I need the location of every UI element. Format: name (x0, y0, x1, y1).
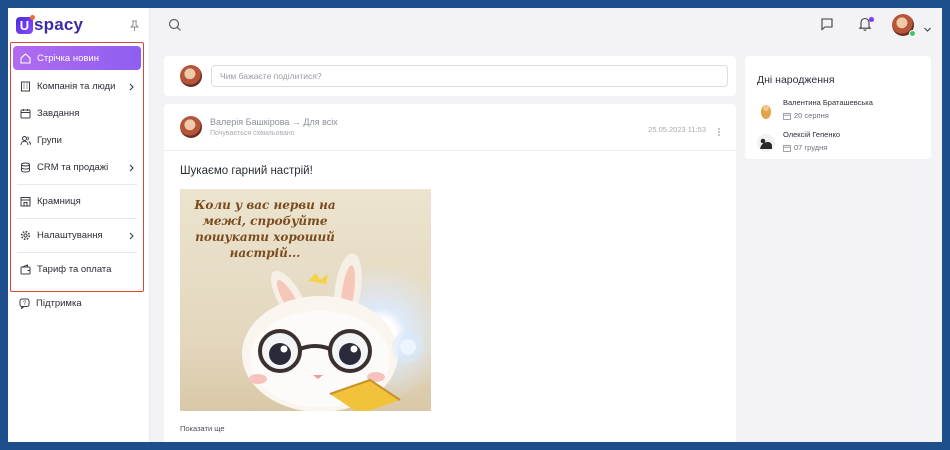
app-window: U spacy Стрічка новин Компанія та люди З… (8, 8, 942, 442)
avatar[interactable] (180, 116, 202, 138)
gear-icon (19, 230, 31, 242)
birthday-date-text: 20 серпня (794, 111, 829, 120)
nav-divider (17, 252, 137, 253)
sidebar-item-label: Компанія та люди (37, 81, 116, 92)
nav-divider (17, 218, 137, 219)
birthday-date: 07 грудня (783, 143, 827, 152)
calendar-icon (783, 144, 791, 152)
sidebar-item-label: Тариф та оплата (37, 264, 112, 275)
post-input[interactable]: Чим бажаєте поділитися? (211, 65, 728, 87)
sidebar-item-feed[interactable]: Стрічка новин (13, 46, 141, 70)
sidebar-item-settings[interactable]: Налаштування (13, 222, 141, 249)
sidebar-item-store[interactable]: Крамниця (13, 188, 141, 215)
chevron-right-icon (127, 164, 135, 172)
wallet-icon (19, 264, 31, 276)
sidebar-item-groups[interactable]: Групи (13, 127, 141, 154)
sidebar-item-label: CRM та продажі (37, 162, 109, 173)
logo-row: U spacy (8, 8, 149, 42)
top-bar (150, 8, 942, 42)
birthday-item[interactable]: Валентина Браташевська 20 серпня (757, 98, 927, 126)
logo-mark: U (16, 14, 35, 34)
chevron-right-icon (127, 232, 135, 240)
sidebar-item-tasks[interactable]: Завдання (13, 100, 141, 127)
chat-icon[interactable] (820, 17, 834, 31)
nav-divider (17, 184, 137, 185)
post-title: Шукаємо гарний настрій! (180, 165, 313, 177)
building-icon (19, 81, 31, 93)
sidebar: U spacy Стрічка новин Компанія та люди З… (8, 8, 150, 442)
logo-text: spacy (34, 15, 84, 34)
group-icon (19, 135, 31, 147)
sidebar-item-crm[interactable]: CRM та продажі (13, 154, 141, 181)
post-image[interactable]: Коли у вас нерви на межі, спробуйте пошу… (180, 189, 431, 411)
sidebar-item-billing[interactable]: Тариф та оплата (13, 256, 141, 283)
birthday-item[interactable]: Олексій Гепенко 07 грудня (757, 130, 927, 158)
notification-dot (869, 17, 874, 22)
notifications-button[interactable] (858, 16, 874, 32)
calendar-icon (19, 108, 31, 120)
calendar-icon (783, 112, 791, 120)
chevron-right-icon (127, 83, 135, 91)
avatar (757, 134, 775, 152)
sidebar-item-label: Стрічка новин (37, 52, 99, 64)
birthdays-widget: Дні народження Валентина Браташевська 20… (745, 56, 931, 159)
post-author[interactable]: Валерія Башкірова → Для всіх (210, 117, 338, 127)
main-nav: Стрічка новин Компанія та люди Завдання (10, 42, 144, 292)
post-mood: Почувається схвильовано (210, 130, 295, 137)
post-composer: Чим бажаєте поділитися? (164, 56, 736, 96)
more-vertical-icon[interactable] (716, 124, 722, 136)
post-date: 25.05.2023 11:53 (648, 125, 706, 134)
sidebar-item-label: Завдання (37, 108, 80, 119)
sidebar-item-label: Налаштування (37, 230, 103, 241)
avatar (180, 65, 202, 87)
birthdays-title: Дні народження (757, 74, 835, 86)
home-icon (19, 52, 31, 64)
chevron-down-icon[interactable] (923, 21, 932, 32)
pin-icon[interactable] (129, 19, 139, 31)
birthday-date-text: 07 грудня (794, 143, 828, 152)
birthday-person-name: Олексій Гепенко (783, 130, 840, 139)
sidebar-item-support[interactable]: ? Підтримка (18, 295, 82, 311)
sidebar-item-company[interactable]: Компанія та люди (13, 73, 141, 100)
logo[interactable]: U spacy (16, 14, 84, 35)
avatar (757, 102, 775, 120)
sidebar-item-label: Групи (37, 135, 62, 146)
sidebar-item-label: Крамниця (37, 196, 81, 207)
support-label: Підтримка (36, 297, 82, 309)
help-chat-icon: ? (18, 297, 30, 309)
online-status-dot (909, 30, 916, 37)
post-divider (164, 150, 736, 151)
search-icon[interactable] (168, 18, 182, 32)
bunny-illustration (242, 253, 424, 411)
database-icon (19, 162, 31, 174)
birthday-date: 20 серпня (783, 111, 829, 120)
birthday-person-name: Валентина Браташевська (783, 98, 873, 107)
store-icon (19, 196, 31, 208)
show-more-link[interactable]: Показати ще (180, 424, 225, 433)
feed-post: Валерія Башкірова → Для всіх Почувається… (164, 104, 736, 442)
